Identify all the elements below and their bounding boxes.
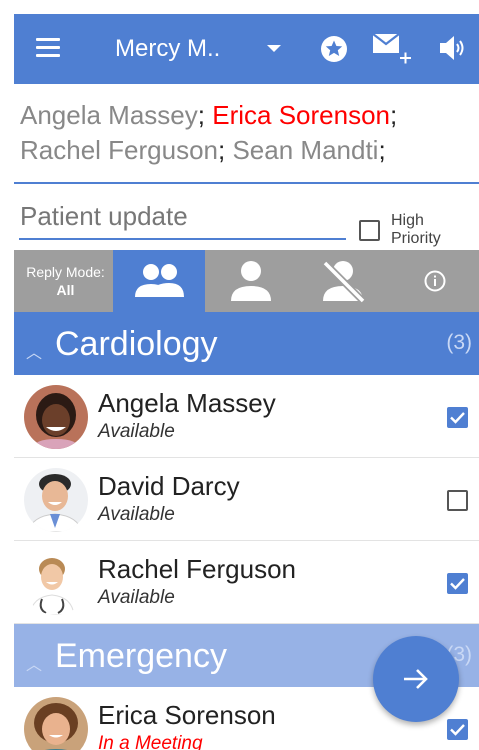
hamburger-menu-icon[interactable] [36, 38, 60, 58]
group-count: (3) [446, 331, 472, 354]
subject-input[interactable]: Patient update [19, 198, 346, 240]
caret-down-icon[interactable] [267, 45, 281, 52]
recipient-chip[interactable]: Rachel Ferguson [20, 135, 218, 165]
group-name: Cardiology [55, 325, 218, 363]
info-icon [424, 270, 446, 292]
person-icon [231, 261, 271, 301]
speaker-icon[interactable] [437, 33, 471, 63]
contact-name: Angela Massey [98, 388, 276, 418]
info-tab[interactable] [389, 250, 479, 312]
contact-name: Erica Sorenson [98, 700, 276, 730]
no-reply-tab[interactable] [297, 250, 389, 312]
contact-status: Available [98, 421, 175, 442]
avatar [24, 697, 88, 750]
recipient-chip[interactable]: Erica Sorenson [212, 100, 390, 130]
subject-row: Patient update High Priority [14, 186, 479, 250]
reply-mode-bar: Reply Mode: All [14, 250, 479, 312]
avatar [24, 468, 88, 532]
contact-name: David Darcy [98, 471, 240, 501]
recipient-chip[interactable]: Sean Mandti [232, 135, 378, 165]
contact-row[interactable]: Angela Massey Available [14, 375, 479, 458]
select-checkbox[interactable] [447, 407, 468, 428]
facility-title[interactable]: Mercy M.. [115, 35, 220, 63]
avatar [24, 551, 88, 615]
high-priority-checkbox[interactable] [359, 220, 380, 241]
group-header-cardiology[interactable]: ︿ Cardiology (3) [14, 312, 479, 375]
group-icon [135, 264, 184, 297]
contact-row[interactable]: Rachel Ferguson Available [14, 541, 479, 624]
contact-row[interactable]: David Darcy Available [14, 458, 479, 541]
star-circle-icon[interactable] [320, 35, 348, 63]
recipients-field[interactable]: Angela Massey; Erica Sorenson; Rachel Fe… [14, 84, 479, 184]
contact-status: Available [98, 587, 175, 608]
mail-plus-icon[interactable] [372, 32, 414, 66]
select-checkbox[interactable] [447, 573, 468, 594]
avatar [24, 385, 88, 449]
select-checkbox[interactable] [447, 490, 468, 511]
contact-name: Rachel Ferguson [98, 554, 296, 584]
send-button[interactable] [373, 636, 459, 722]
contact-status: In a Meeting [98, 733, 203, 750]
contact-status: Available [98, 504, 175, 525]
chevron-up-icon: ︿ [26, 345, 43, 362]
app-bar: Mercy M.. [14, 14, 479, 84]
person-off-icon [322, 260, 366, 304]
reply-sender-tab[interactable] [205, 250, 297, 312]
arrow-right-icon [404, 669, 428, 689]
reply-mode-label: Reply Mode: All [26, 264, 105, 298]
reply-all-tab[interactable] [113, 250, 205, 312]
high-priority-label: High Priority [391, 212, 441, 247]
app-screen: Mercy M.. Angela Massey; Erica Sorenson;… [14, 14, 479, 750]
chevron-up-icon: ︿ [26, 657, 43, 674]
group-name: Emergency [55, 637, 227, 675]
recipient-chip[interactable]: Angela Massey [20, 100, 198, 130]
select-checkbox[interactable] [447, 719, 468, 740]
